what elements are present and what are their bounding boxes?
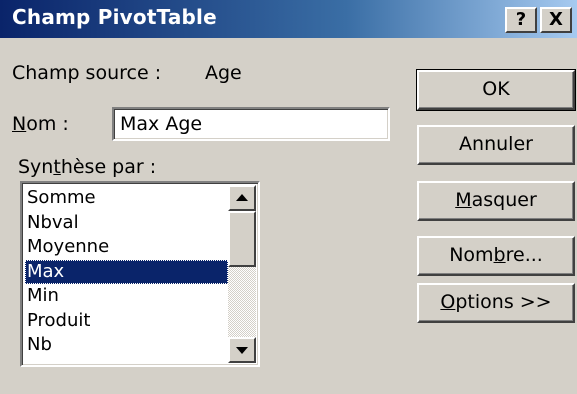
dialog-title: Champ PivotTable [12, 5, 217, 29]
cancel-button[interactable]: Annuler [417, 125, 575, 165]
list-scrollbar[interactable] [228, 185, 256, 363]
hide-button[interactable]: Masquer [417, 181, 575, 221]
list-item[interactable]: Nb [25, 333, 228, 358]
list-item[interactable]: Moyenne [25, 235, 228, 260]
name-field-value: Max Age [120, 113, 203, 135]
name-label-rest: om : [26, 113, 69, 135]
summary-listbox[interactable]: Somme Nbval Moyenne Max Min Produit Nb [20, 181, 260, 367]
list-item[interactable]: Produit [25, 309, 228, 334]
scroll-thumb[interactable] [228, 211, 256, 267]
arrow-down-icon [236, 347, 248, 354]
summary-items: Somme Nbval Moyenne Max Min Produit Nb [25, 186, 228, 358]
number-button-post: re... [505, 244, 543, 266]
summary-label: Synthèse par : [18, 156, 156, 178]
summary-label-pre: Syn [18, 156, 54, 178]
help-button[interactable]: ? [505, 7, 537, 33]
number-format-button[interactable]: Nombre... [417, 236, 575, 276]
summary-label-accel: t [53, 156, 61, 178]
source-label: Champ source : [12, 62, 162, 84]
list-item[interactable]: Min [25, 284, 228, 309]
options-button[interactable]: Options >> [417, 283, 575, 323]
number-button-pre: Nom [449, 244, 494, 266]
title-bar: Champ PivotTable ? X [0, 0, 577, 38]
name-label-accel: N [12, 113, 27, 135]
name-field[interactable]: Max Age [112, 107, 390, 141]
hide-button-accel: M [455, 189, 472, 211]
scroll-up-button[interactable] [228, 185, 256, 211]
name-label: Nom : [12, 113, 69, 135]
list-item[interactable]: Somme [25, 186, 228, 211]
list-item[interactable]: Nbval [25, 211, 228, 236]
options-button-accel: O [440, 291, 456, 313]
source-value: Age [205, 62, 242, 84]
arrow-up-icon [236, 194, 248, 201]
list-item-selected[interactable]: Max [25, 259, 228, 284]
hide-button-rest: asquer [471, 189, 537, 211]
ok-button[interactable]: OK [416, 69, 576, 111]
scroll-down-button[interactable] [228, 337, 256, 363]
options-button-rest: ptions >> [455, 291, 552, 313]
number-button-accel: b [493, 244, 506, 266]
close-button[interactable]: X [540, 7, 572, 33]
summary-label-post: hèse par : [60, 156, 157, 178]
